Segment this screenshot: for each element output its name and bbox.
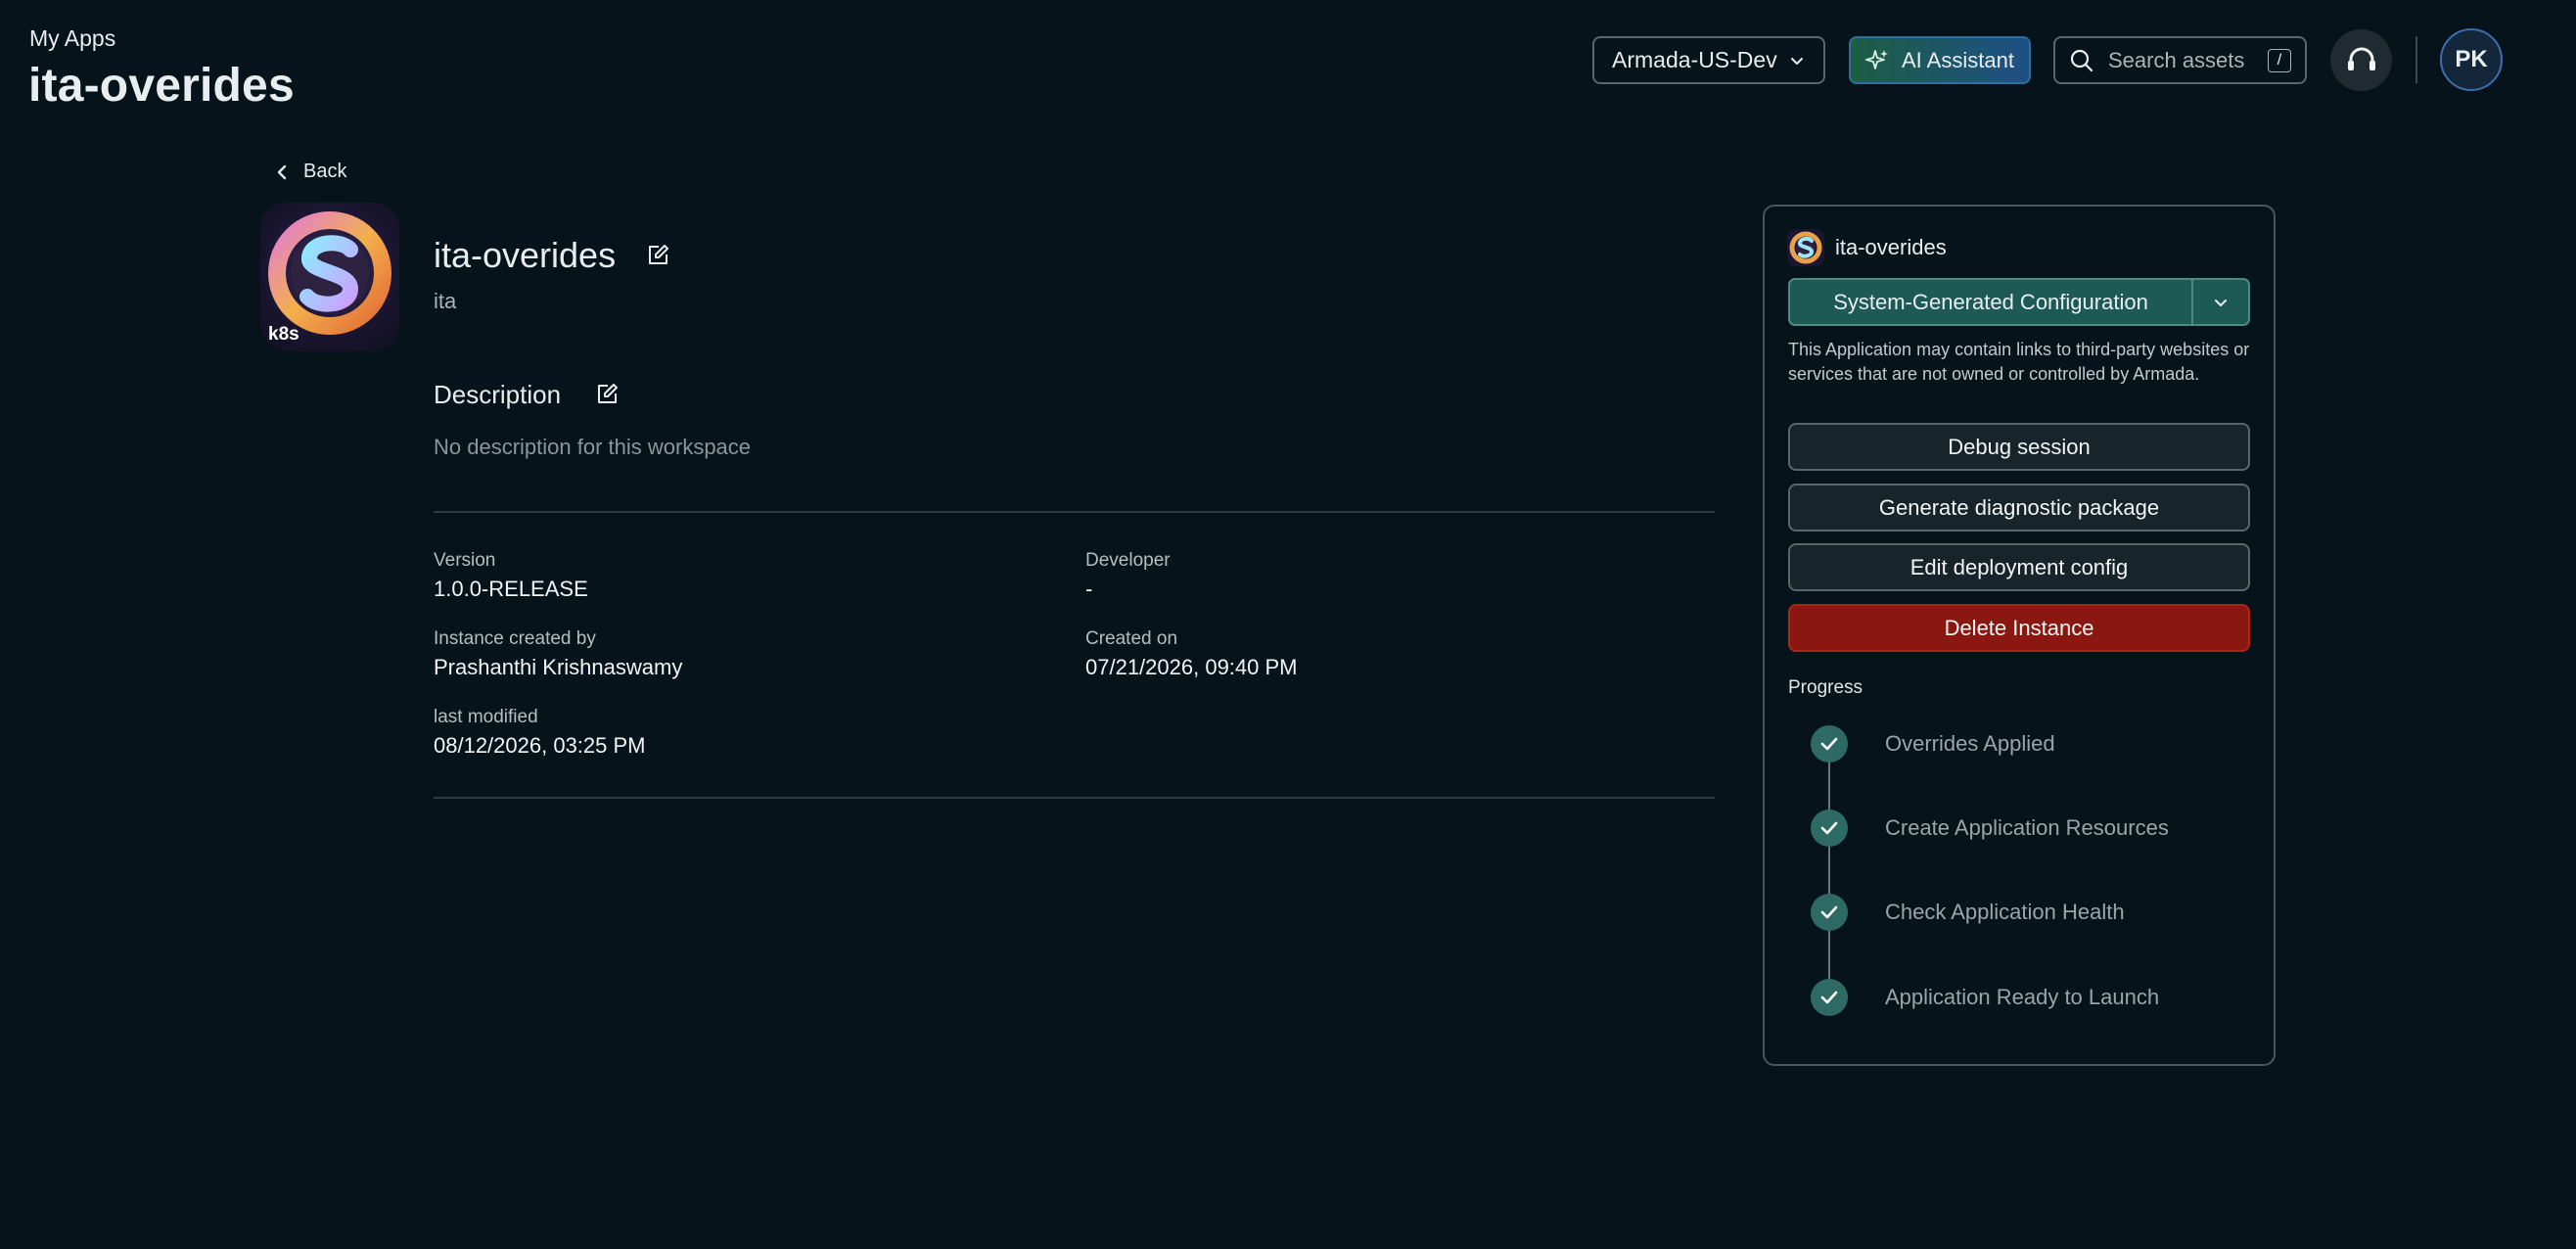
- page-title: ita-overides: [28, 60, 295, 112]
- back-link[interactable]: Back: [274, 161, 346, 183]
- created-by-label: Instance created by: [434, 628, 596, 649]
- step-label: Application Ready to Launch: [1885, 985, 2160, 1009]
- description-heading: Description: [434, 380, 562, 409]
- search-icon: [2070, 49, 2093, 71]
- description-text: No description for this workspace: [434, 435, 752, 459]
- app-logo-icon: [1789, 231, 1822, 264]
- created-by-value: Prashanthi Krishnaswamy: [434, 655, 683, 679]
- configuration-split-button: System-Generated Configuration: [1788, 278, 2250, 326]
- headset-icon: [2347, 47, 2375, 70]
- third-party-notice: This Application may contain links to th…: [1788, 340, 2250, 384]
- last-modified-value: 08/12/2026, 03:25 PM: [434, 733, 646, 758]
- progress-heading: Progress: [1788, 677, 1863, 698]
- chevron-down-icon: [1791, 57, 1803, 65]
- debug-session-button[interactable]: Debug session: [1788, 423, 2250, 471]
- search-placeholder: Search assets: [2108, 47, 2245, 72]
- back-label: Back: [303, 161, 347, 182]
- last-modified-label: last modified: [434, 707, 538, 727]
- k8s-badge: k8s: [268, 324, 299, 345]
- user-avatar[interactable]: PK: [2440, 28, 2503, 91]
- configuration-button[interactable]: System-Generated Configuration: [1790, 280, 2193, 324]
- generate-diagnostic-button[interactable]: Generate diagnostic package: [1788, 484, 2250, 532]
- edit-name-icon[interactable]: [645, 243, 670, 268]
- app-subtitle: ita: [434, 289, 457, 313]
- progress-step: Check Application Health: [1811, 894, 2125, 931]
- progress-step: Application Ready to Launch: [1811, 979, 2159, 1016]
- created-on-label: Created on: [1085, 628, 1178, 649]
- check-icon: [1811, 894, 1848, 931]
- version-value: 1.0.0-RELEASE: [434, 577, 588, 601]
- chevron-down-icon: [2215, 299, 2227, 306]
- version-label: Version: [434, 550, 496, 571]
- header-divider: [2415, 36, 2417, 83]
- progress-connector: [1828, 744, 1830, 1000]
- search-shortcut-key: /: [2268, 48, 2291, 72]
- divider: [434, 797, 1715, 799]
- progress-step: Create Application Resources: [1811, 810, 2169, 847]
- developer-label: Developer: [1085, 550, 1171, 571]
- delete-instance-button[interactable]: Delete Instance: [1788, 604, 2250, 652]
- check-icon: [1811, 810, 1848, 847]
- search-assets-input[interactable]: Search assets /: [2053, 36, 2307, 84]
- ai-assistant-button[interactable]: AI Assistant: [1849, 36, 2031, 84]
- app-name: ita-overides: [434, 235, 617, 275]
- breadcrumb-my-apps[interactable]: My Apps: [29, 25, 115, 52]
- edit-deployment-config-button[interactable]: Edit deployment config: [1788, 543, 2250, 591]
- region-selector[interactable]: Armada-US-Dev: [1592, 36, 1825, 84]
- check-icon: [1811, 979, 1848, 1016]
- panel-app-name: ita-overides: [1835, 235, 1947, 259]
- panel-app-logo: [1787, 229, 1824, 266]
- sparkle-icon: [1865, 49, 1888, 69]
- ai-assistant-label: AI Assistant: [1902, 47, 2014, 72]
- check-icon: [1811, 725, 1848, 763]
- step-label: Check Application Health: [1885, 900, 2125, 924]
- configuration-dropdown[interactable]: [2193, 280, 2248, 324]
- created-on-value: 07/21/2026, 09:40 PM: [1085, 655, 1298, 679]
- step-label: Overrides Applied: [1885, 731, 2055, 756]
- support-button[interactable]: [2330, 29, 2392, 91]
- app-logo: k8s: [260, 203, 399, 351]
- developer-value: -: [1085, 577, 1093, 601]
- step-label: Create Application Resources: [1885, 815, 2169, 840]
- progress-step: Overrides Applied: [1811, 725, 2055, 763]
- edit-description-icon[interactable]: [594, 382, 620, 407]
- divider: [434, 511, 1715, 513]
- region-label: Armada-US-Dev: [1612, 47, 1777, 72]
- chevron-left-icon: [277, 164, 287, 179]
